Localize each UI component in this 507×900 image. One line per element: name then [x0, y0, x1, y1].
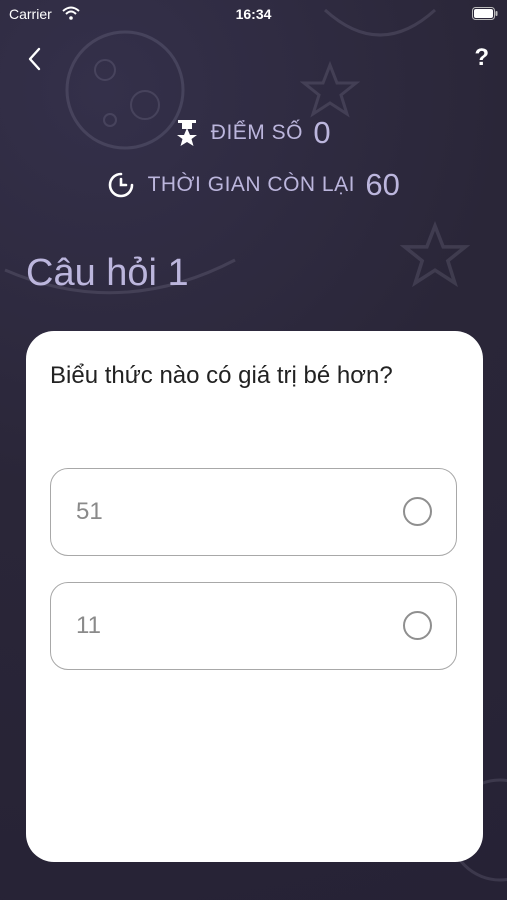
back-button[interactable] — [20, 44, 50, 74]
question-text: Biểu thức nào có giá trị bé hơn? — [50, 362, 393, 389]
score-row: ĐIỂM SỐ 0 — [0, 115, 507, 151]
timer-row: THỜI GIAN CÒN LẠI 60 — [0, 167, 507, 203]
time-left-value: 60 — [365, 167, 400, 202]
background-doodle — [400, 221, 470, 288]
status-bar: Carrier 16:34 — [0, 0, 507, 30]
app-screen: Carrier 16:34 ? ĐIỂM SỐ 0 THỜI GIAN CÒN … — [0, 0, 507, 900]
time-left-label: THỜI GIAN CÒN LẠI — [147, 173, 355, 196]
score-value: 0 — [313, 115, 331, 150]
answer-option-1[interactable]: 51 — [50, 468, 457, 556]
question-card: Biểu thức nào có giá trị bé hơn? 51 11 — [26, 331, 483, 862]
clock-icon — [108, 172, 134, 198]
trophy-star-icon — [177, 120, 198, 146]
answer-option-2[interactable]: 11 — [50, 582, 457, 670]
question-heading: Câu hỏi 1 — [26, 252, 189, 294]
answer-option-label: 11 — [76, 612, 101, 639]
clock: 16:34 — [235, 6, 272, 22]
battery-icon — [472, 7, 498, 20]
help-button[interactable]: ? — [474, 44, 489, 72]
answer-option-label: 51 — [76, 498, 103, 525]
score-label: ĐIỂM SỐ — [210, 121, 303, 144]
background-doodle — [300, 60, 360, 118]
radio-button[interactable] — [403, 497, 432, 526]
radio-button[interactable] — [403, 611, 432, 640]
